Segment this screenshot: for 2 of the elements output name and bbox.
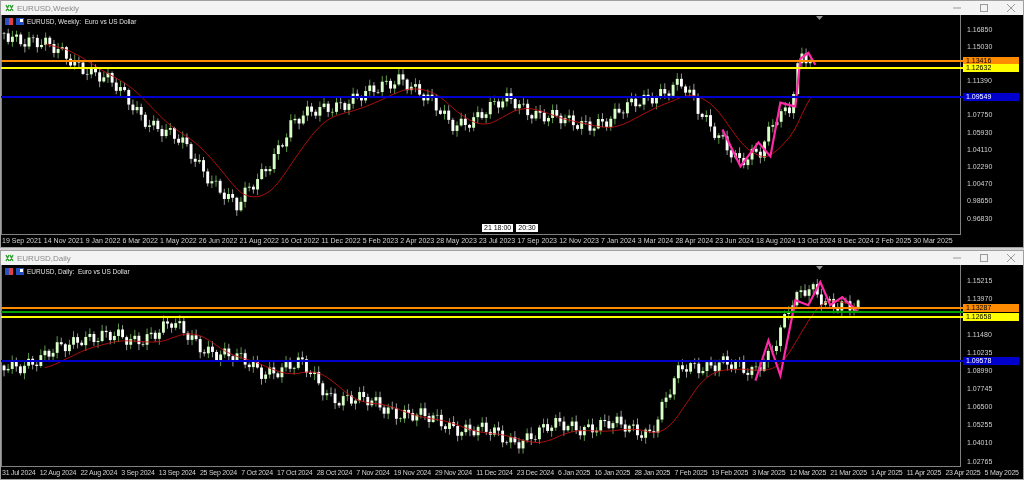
window-title: EURUSD,Daily <box>17 253 72 263</box>
window-title: EURUSD,Weekly <box>17 3 81 13</box>
